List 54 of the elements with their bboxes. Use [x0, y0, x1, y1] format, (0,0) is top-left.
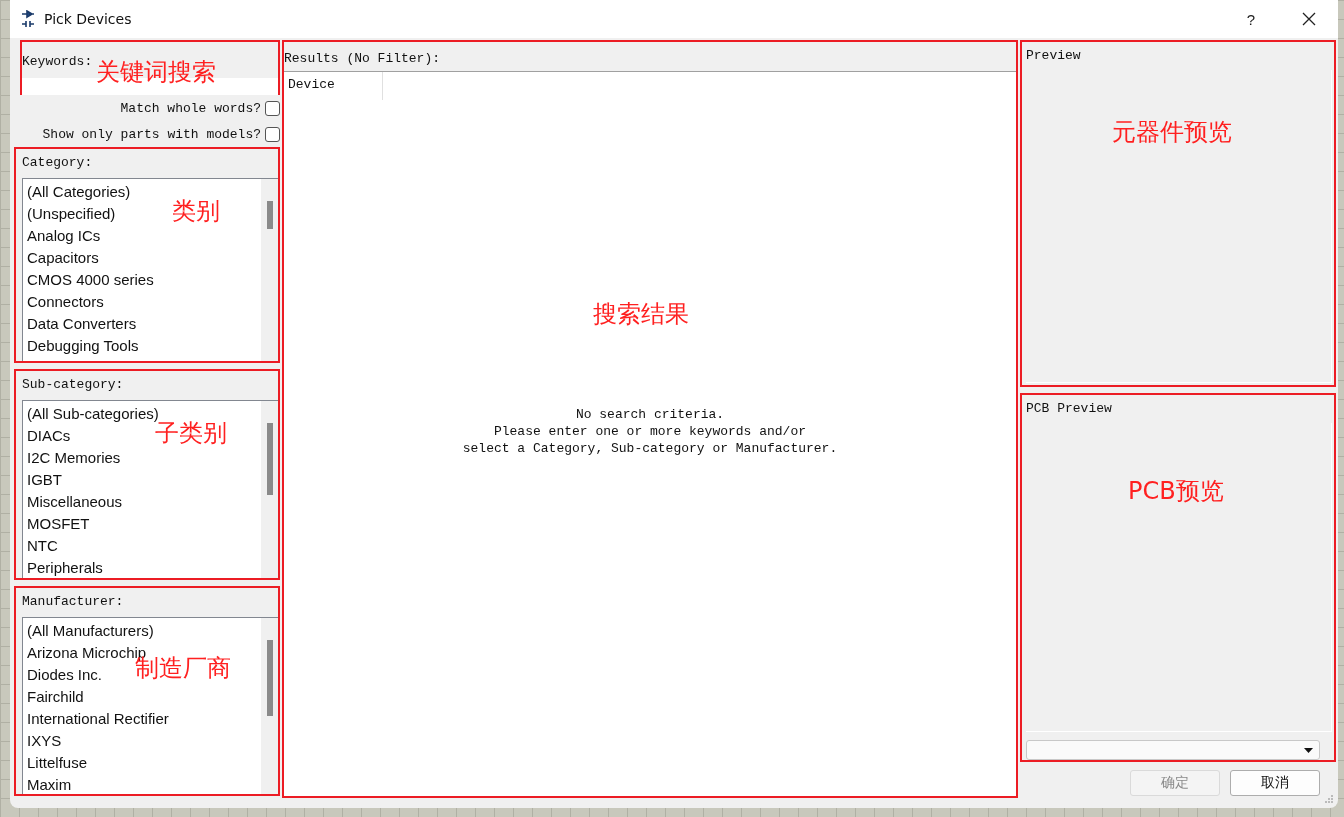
list-item[interactable]: (All Categories) — [27, 181, 131, 203]
list-item[interactable]: CMOS 4000 series — [27, 269, 154, 291]
pcb-preview-label: PCB Preview — [1026, 400, 1112, 418]
list-item[interactable]: Connectors — [27, 291, 104, 313]
list-item[interactable]: (All Sub-categories) — [27, 403, 159, 425]
list-item[interactable]: Capacitors — [27, 247, 99, 269]
resize-grip-icon[interactable] — [1324, 794, 1334, 804]
filter-label: Sub-category: — [22, 376, 124, 394]
scrollbar[interactable] — [261, 618, 278, 794]
list-item[interactable]: Debugging Tools — [27, 335, 139, 357]
list-item[interactable]: Data Converters — [27, 313, 137, 335]
annotation-label: 元器件预览 — [1112, 117, 1232, 148]
app-icon — [20, 10, 36, 28]
list-item[interactable]: Miscellaneous — [27, 491, 123, 513]
list-item[interactable]: Diodes Inc. — [27, 664, 103, 686]
filter-label: Manufacturer: — [22, 593, 124, 611]
close-icon — [1302, 12, 1316, 26]
message-text: select a Category, Sub-category or Manufacturer. — [462, 440, 838, 457]
annotation-label: 类别 — [172, 196, 220, 227]
scrollbar[interactable] — [261, 401, 278, 578]
preview-label: Preview — [1026, 47, 1081, 65]
option-label: Show only parts with models? — [42, 126, 261, 142]
list-item[interactable]: DIACs — [27, 425, 71, 447]
checkbox[interactable] — [265, 126, 280, 142]
results-label: Results (No Filter): — [284, 51, 441, 66]
scrollbar[interactable] — [261, 179, 278, 361]
message-text: No search criteria. — [575, 406, 725, 423]
annotation-label: 关键词搜索 — [96, 57, 216, 88]
message-text: Please enter one or more keywords and/or — [493, 423, 807, 440]
caret-icon — [1304, 747, 1313, 753]
list-item[interactable]: International Rectifier — [27, 708, 169, 730]
list-item[interactable]: MOSFET — [27, 513, 90, 535]
list-item[interactable]: IGBT — [27, 469, 62, 491]
column-header[interactable]: Device — [284, 72, 383, 100]
list-item[interactable]: (All Manufacturers) — [27, 620, 154, 642]
list-item[interactable]: NTC — [27, 535, 58, 557]
list-item[interactable]: Maxim — [27, 774, 72, 794]
list-item[interactable]: (Unspecified) — [27, 203, 116, 225]
layer-dropdown[interactable] — [1026, 740, 1320, 760]
list-item[interactable]: Littelfuse — [27, 752, 88, 774]
dialog-button[interactable]: 取消 — [1230, 770, 1320, 796]
annotation-label: 搜索结果 — [593, 299, 689, 330]
annotation-label: PCB预览 — [1128, 476, 1224, 507]
option-label: Match whole words? — [120, 100, 261, 116]
list-item[interactable]: Peripherals — [27, 557, 103, 578]
list-item[interactable]: Fairchild — [27, 686, 84, 708]
filter-label: Category: — [22, 154, 93, 172]
list-item[interactable]: IXYS — [27, 730, 62, 752]
help-button[interactable]: ? — [1222, 0, 1280, 38]
list-item[interactable]: I2C Memories — [27, 447, 121, 469]
checkbox[interactable] — [265, 100, 280, 116]
keywords-label: Keywords: — [22, 53, 93, 71]
window-title: Pick Devices — [44, 11, 133, 27]
list-item[interactable]: Analog ICs — [27, 225, 101, 247]
